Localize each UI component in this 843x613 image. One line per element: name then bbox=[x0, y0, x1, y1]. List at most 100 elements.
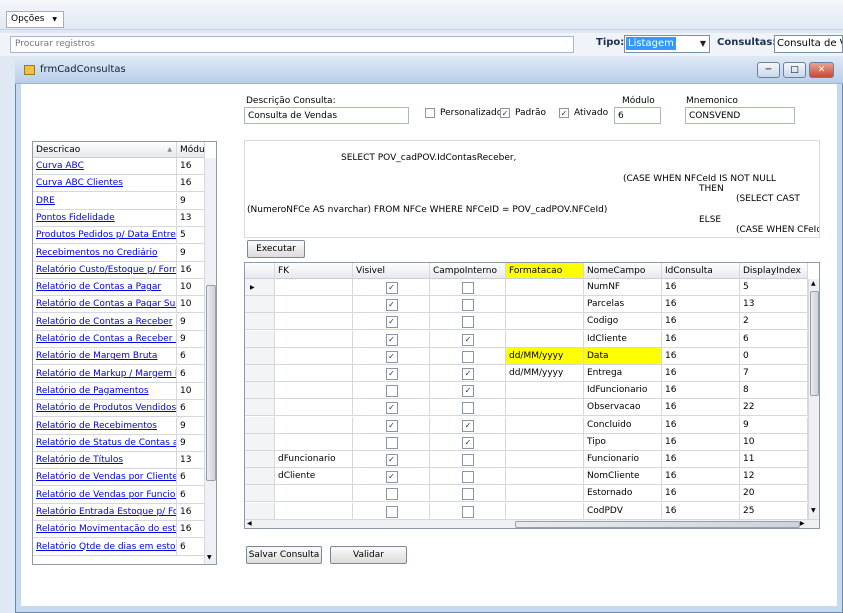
visivel-checkbox[interactable]: ✓ bbox=[385, 282, 398, 294]
list-item[interactable]: DRE bbox=[33, 192, 177, 210]
grid-cell-nomecampo[interactable]: Funcionario bbox=[584, 451, 662, 468]
list-item-link[interactable]: Relatório de Markup / Margem Br... bbox=[36, 369, 176, 379]
grid-cell-nomecampo[interactable]: Parcelas bbox=[584, 296, 662, 314]
list-item-link[interactable]: Relatório Qtde de dias em estoque bbox=[36, 542, 176, 552]
grid-cell-nomecampo[interactable]: IdCliente bbox=[584, 330, 662, 348]
grid-cell-formatacao[interactable] bbox=[506, 468, 584, 486]
grid-cell-nomecampo[interactable]: Estornado bbox=[584, 485, 662, 503]
grid-row-selector[interactable] bbox=[245, 313, 275, 331]
grid-header-nomecampo[interactable]: NomeCampo bbox=[584, 263, 662, 279]
minimize-button[interactable]: ─ bbox=[757, 62, 780, 78]
personalizado-checkbox[interactable] bbox=[425, 108, 435, 118]
grid-cell-formatacao[interactable] bbox=[506, 433, 584, 451]
list-item[interactable]: Curva ABC Clientes bbox=[33, 175, 177, 193]
padrao-checkbox[interactable]: ✓ bbox=[500, 108, 510, 118]
list-item[interactable]: Relatório de Títulos bbox=[33, 452, 177, 470]
list-item-link[interactable]: Relatório Entrada Estoque p/ For... bbox=[36, 507, 176, 517]
grid-cell-nomecampo[interactable]: Observacao bbox=[584, 399, 662, 417]
list-item[interactable]: Relatório Entrada Estoque p/ For... bbox=[33, 504, 177, 521]
grid-row-selector[interactable]: ▶ bbox=[245, 279, 275, 296]
grid-cell-idconsulta[interactable]: 16 bbox=[662, 433, 740, 451]
list-item[interactable]: Produtos Pedidos p/ Data Entrega bbox=[33, 227, 177, 245]
grid-cell-displayindex[interactable]: 25 bbox=[740, 502, 808, 520]
list-item-link[interactable]: Pontos Fidelidade bbox=[36, 213, 115, 223]
visivel-checkbox[interactable] bbox=[385, 436, 398, 449]
list-item-link[interactable]: Relatório de Recebimentos bbox=[36, 421, 157, 431]
grid-cell-nomecampo[interactable]: NumNF bbox=[584, 279, 662, 296]
grid-cell-fk[interactable] bbox=[275, 365, 353, 382]
visivel-checkbox[interactable]: ✓ bbox=[385, 350, 398, 363]
grid-cell-fk[interactable] bbox=[275, 313, 353, 331]
list-item-link[interactable]: Relatório Movimentação do estoq... bbox=[36, 524, 176, 534]
grid-cell-nomecampo[interactable]: Data bbox=[584, 347, 662, 365]
grid-header-idconsulta[interactable]: IdConsulta bbox=[662, 263, 740, 279]
grid-cell-idconsulta[interactable]: 16 bbox=[662, 451, 740, 468]
list-header-modulo[interactable]: Módulo bbox=[177, 142, 205, 158]
grid-cell-nomecampo[interactable]: CodPDV bbox=[584, 502, 662, 520]
grid-row-selector[interactable] bbox=[245, 468, 275, 486]
grid-cell-fk[interactable] bbox=[275, 347, 353, 365]
interno-checkbox[interactable]: ✓ bbox=[462, 436, 474, 449]
grid-cell-nomecampo[interactable]: Codigo bbox=[584, 313, 662, 331]
grid-cell-nomecampo[interactable]: Tipo bbox=[584, 433, 662, 451]
list-item[interactable]: Relatório Movimentação do estoq... bbox=[33, 521, 177, 539]
grid-cell-displayindex[interactable]: 7 bbox=[740, 365, 808, 382]
list-item[interactable]: Relatório Qtde de dias em estoque bbox=[33, 538, 177, 556]
interno-checkbox[interactable]: ✓ bbox=[462, 333, 474, 346]
visivel-checkbox[interactable]: ✓ bbox=[385, 316, 398, 329]
interno-checkbox[interactable]: ✓ bbox=[462, 385, 474, 398]
grid-cell-nomecampo[interactable]: NomCliente bbox=[584, 468, 662, 486]
grid-cell-formatacao[interactable] bbox=[506, 485, 584, 503]
interno-checkbox[interactable] bbox=[462, 488, 474, 501]
grid-hscrollbar[interactable]: ◀ ▶ bbox=[245, 519, 819, 528]
interno-checkbox[interactable]: ✓ bbox=[462, 368, 474, 380]
grid-row-selector[interactable] bbox=[245, 485, 275, 503]
grid-cell-displayindex[interactable]: 20 bbox=[740, 485, 808, 503]
grid-cell-nomecampo[interactable]: Concluido bbox=[584, 416, 662, 434]
interno-checkbox[interactable] bbox=[462, 316, 474, 329]
window-titlebar[interactable] bbox=[15, 58, 843, 84]
scroll-down-icon[interactable]: ▼ bbox=[207, 554, 212, 561]
grid-cell-fk[interactable] bbox=[275, 279, 353, 296]
list-item-link[interactable]: Relatório Custo/Estoque p/ Forne... bbox=[36, 265, 176, 275]
grid-cell-fk[interactable] bbox=[275, 485, 353, 503]
tipo-select[interactable]: Listagem ▼ bbox=[624, 35, 710, 53]
ativado-checkbox[interactable]: ✓ bbox=[559, 108, 569, 118]
list-item-link[interactable]: Curva ABC bbox=[36, 161, 84, 171]
list-item-link[interactable]: Relatório de Margem Bruta bbox=[36, 351, 157, 361]
grid-cell-displayindex[interactable]: 12 bbox=[740, 468, 808, 486]
list-item-link[interactable]: Relatório de Status de Contas a ... bbox=[36, 438, 176, 448]
interno-checkbox[interactable] bbox=[462, 350, 474, 363]
grid-row-selector[interactable] bbox=[245, 433, 275, 451]
grid-cell-displayindex[interactable]: 0 bbox=[740, 347, 808, 365]
grid-cell-formatacao[interactable] bbox=[506, 399, 584, 417]
search-input[interactable]: Procurar registros bbox=[10, 36, 574, 53]
grid-cell-idconsulta[interactable]: 16 bbox=[662, 502, 740, 520]
list-item[interactable]: Relatório de Pagamentos bbox=[33, 382, 177, 400]
list-item-link[interactable]: Relatório de Títulos bbox=[36, 455, 123, 465]
opcoes-menu[interactable]: Opções ▼ bbox=[6, 11, 64, 28]
grid-row-selector[interactable] bbox=[245, 416, 275, 434]
list-header-descricao[interactable]: Descricao ▲ bbox=[33, 142, 177, 158]
grid-cell-idconsulta[interactable]: 16 bbox=[662, 416, 740, 434]
grid-vscroll-thumb[interactable] bbox=[810, 291, 819, 396]
grid-cell-nomecampo[interactable]: Entrega bbox=[584, 365, 662, 382]
list-item-link[interactable]: Produtos Pedidos p/ Data Entrega bbox=[36, 230, 176, 240]
validar-button[interactable]: Validar bbox=[330, 546, 407, 564]
grid-hscroll-thumb[interactable] bbox=[515, 521, 800, 528]
visivel-checkbox[interactable]: ✓ bbox=[385, 454, 398, 466]
list-item-link[interactable]: Relatório de Pagamentos bbox=[36, 386, 149, 396]
grid-cell-formatacao[interactable] bbox=[506, 279, 584, 296]
list-item[interactable]: Relatório de Recebimentos bbox=[33, 417, 177, 435]
interno-checkbox[interactable] bbox=[462, 299, 474, 312]
grid-cell-fk[interactable]: dFuncionario bbox=[275, 451, 353, 468]
grid-cell-idconsulta[interactable]: 16 bbox=[662, 279, 740, 296]
grid-cell-displayindex[interactable]: 2 bbox=[740, 313, 808, 331]
mnemonico-input[interactable]: CONSVEND bbox=[685, 107, 795, 124]
grid-cell-formatacao[interactable] bbox=[506, 330, 584, 348]
grid-cell-displayindex[interactable]: 11 bbox=[740, 451, 808, 468]
grid-header-formatacao[interactable]: Formatacao bbox=[506, 263, 584, 279]
grid-row-selector[interactable] bbox=[245, 382, 275, 400]
interno-checkbox[interactable] bbox=[462, 282, 474, 294]
grid-cell-formatacao[interactable]: dd/MM/yyyy bbox=[506, 365, 584, 382]
